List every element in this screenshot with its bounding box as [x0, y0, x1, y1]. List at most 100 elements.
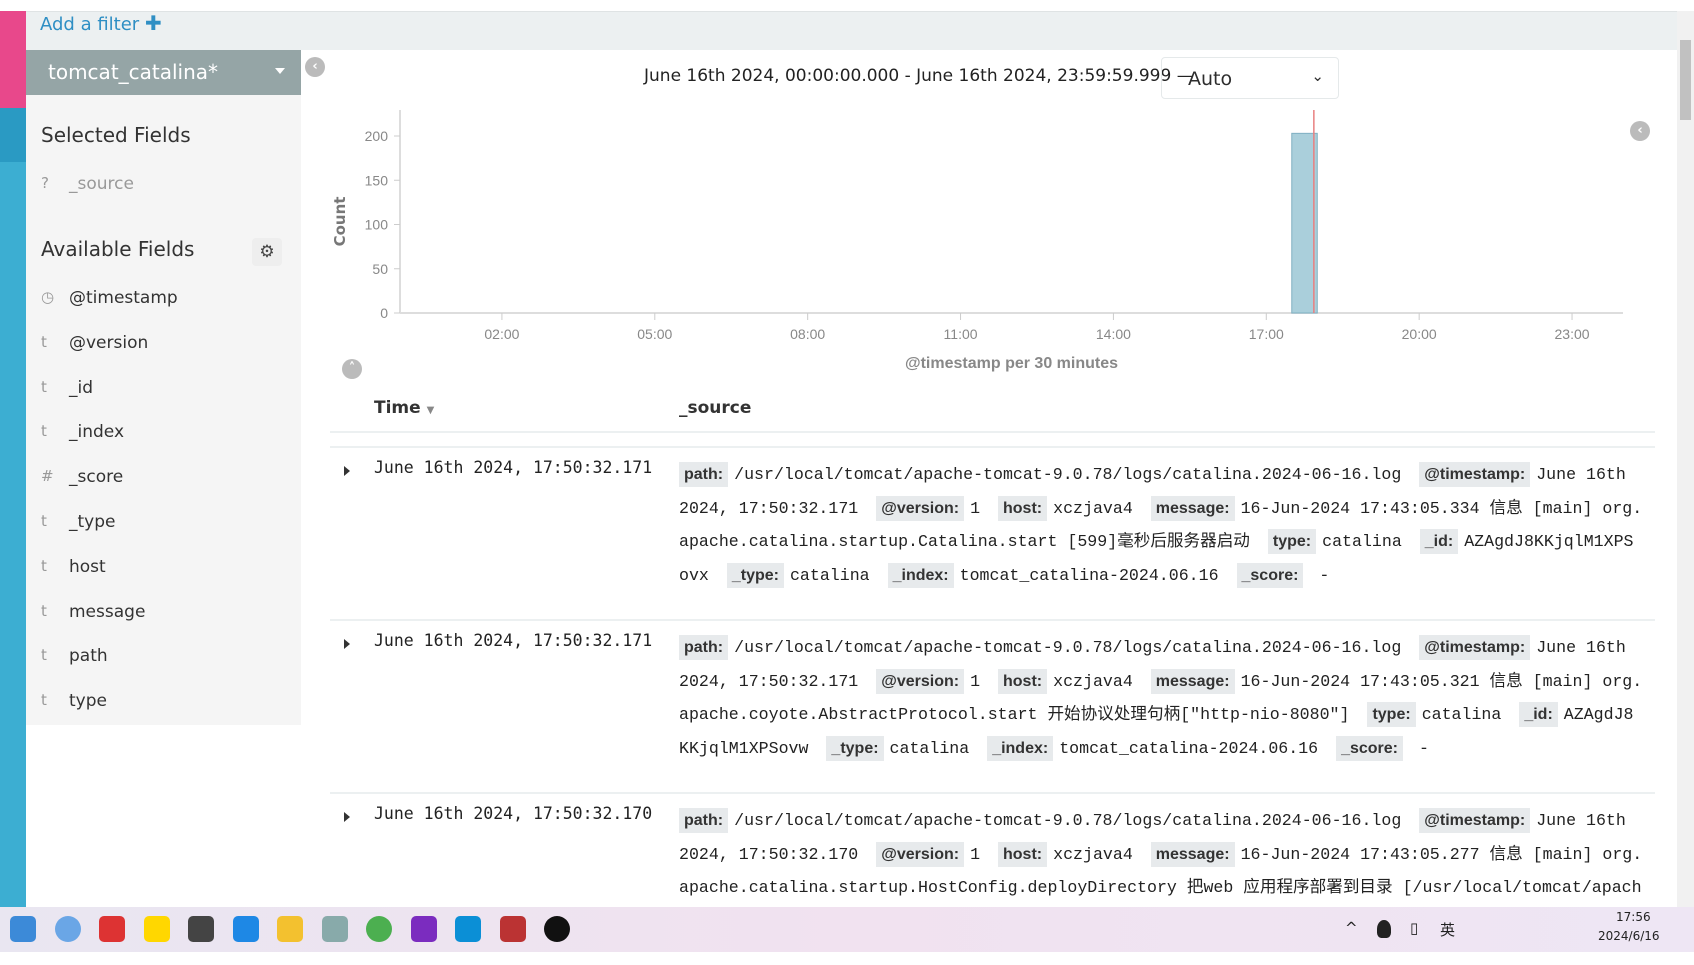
- time-range[interactable]: June 16th 2024, 00:00:00.000 - June 16th…: [644, 66, 1194, 86]
- bot-icon[interactable]: [410, 916, 437, 942]
- weather-icon[interactable]: [54, 916, 81, 942]
- interval-select[interactable]: Auto ⌄: [1161, 57, 1339, 99]
- collapse-chart-icon[interactable]: ˄: [342, 359, 362, 379]
- field-key: message:: [1150, 668, 1235, 694]
- y-tick-label: 0: [380, 305, 388, 321]
- divider: [330, 431, 1655, 433]
- nav-strip: [0, 162, 26, 907]
- field-value: catalina: [1322, 532, 1402, 551]
- qq-icon[interactable]: [544, 916, 570, 942]
- folder-icon[interactable]: [277, 916, 303, 942]
- field-name: host: [69, 556, 106, 577]
- computer-icon[interactable]: [188, 916, 214, 942]
- x-axis-label: @timestamp per 30 minutes: [905, 355, 1118, 372]
- field-item-type[interactable]: t _type: [41, 512, 115, 532]
- field-type-icon: t: [41, 512, 47, 530]
- field-type-icon: t: [41, 332, 47, 351]
- x-tick-label: 08:00: [790, 326, 825, 342]
- field-type-icon: t: [41, 556, 47, 575]
- chevron-up-icon[interactable]: ^: [1345, 919, 1358, 937]
- field-item-score[interactable]: # _score: [41, 467, 123, 487]
- field-item-host[interactable]: t host: [41, 557, 106, 577]
- terminal-app-icon[interactable]: [455, 916, 481, 942]
- qq-tray-icon[interactable]: [1377, 920, 1391, 938]
- field-type-icon: t: [41, 422, 47, 441]
- field-name: path: [69, 646, 108, 667]
- field-key: @version:: [876, 668, 965, 694]
- field-value: /usr/local/tomcat/apache-tomcat-9.0.78/l…: [734, 811, 1402, 830]
- field-name: _type: [69, 512, 116, 532]
- x-tick-label: 02:00: [484, 326, 519, 342]
- field-item-message[interactable]: t message: [41, 602, 145, 622]
- field-type-icon: t: [41, 691, 47, 710]
- field-item-id[interactable]: t _id: [41, 378, 93, 398]
- x-tick-label: 05:00: [637, 326, 672, 342]
- field-item-version[interactable]: t @version: [41, 333, 148, 353]
- field-key: @version:: [876, 841, 965, 867]
- field-key: _index:: [987, 735, 1054, 761]
- y-tick-label: 100: [365, 217, 389, 233]
- expand-row-icon[interactable]: [344, 466, 350, 476]
- sort-down-icon[interactable]: ▼: [427, 405, 435, 416]
- paint-icon[interactable]: [499, 916, 526, 942]
- collapse-sidebar-icon[interactable]: ‹: [305, 57, 325, 77]
- field-key: path:: [679, 635, 729, 660]
- ime-indicator[interactable]: 英: [1440, 919, 1455, 940]
- time-column-header[interactable]: Time ▼: [374, 398, 434, 418]
- field-name: _score: [69, 467, 124, 488]
- field-key: host:: [998, 841, 1048, 867]
- y-axis-label: Count: [331, 197, 349, 247]
- interval-value: Auto: [1188, 68, 1233, 90]
- field-key: _score:: [1236, 562, 1304, 588]
- expand-row-icon[interactable]: [344, 639, 350, 649]
- field-value: xczjava4: [1053, 844, 1133, 864]
- field-value: catalina: [1421, 705, 1502, 724]
- usb-icon[interactable]: ▯: [1410, 919, 1418, 937]
- chrome-icon[interactable]: [366, 916, 392, 942]
- drops-icon[interactable]: [99, 916, 125, 942]
- row-time: June 16th 2024, 17:50:32.171: [374, 631, 653, 650]
- table-row: June 16th 2024, 17:50:32.171 path: /usr/lo…: [330, 446, 1655, 619]
- chevron-down-icon: ⌄: [1311, 67, 1324, 85]
- add-filter-label: Add a filter: [40, 14, 140, 35]
- row-source: path: /usr/local/tomcat/apache-tomcat-9.0…: [679, 631, 1643, 765]
- expand-row-icon[interactable]: [344, 812, 350, 822]
- monitor-icon[interactable]: [321, 916, 348, 942]
- field-item-type[interactable]: t type: [41, 691, 107, 711]
- histogram-chart: 0 50 100 150 200 02:00 05:00 08:00 11:00 14:00 17:…: [331, 110, 1623, 372]
- index-pattern-name: tomcat_catalina*: [48, 60, 219, 84]
- field-key: path:: [679, 808, 729, 833]
- scrollbar[interactable]: [1677, 11, 1694, 907]
- field-item-path[interactable]: t path: [41, 646, 108, 666]
- scrollbar-thumb[interactable]: [1680, 40, 1691, 120]
- clock-time[interactable]: 17:56: [1616, 910, 1651, 924]
- y-tick-label: 50: [372, 261, 388, 277]
- field-item-index[interactable]: t _index: [41, 422, 124, 442]
- field-name: _source: [69, 174, 134, 194]
- y-tick-label: 200: [365, 128, 389, 144]
- green-app-icon[interactable]: [143, 916, 170, 942]
- field-key: _score:: [1336, 735, 1403, 761]
- x-tick-label: 11:00: [944, 326, 978, 342]
- x-tick-label: 17:00: [1249, 326, 1284, 342]
- start-icon[interactable]: [10, 916, 36, 942]
- nav-strip-active[interactable]: [0, 108, 26, 162]
- field-item-source[interactable]: ? _source: [41, 174, 134, 194]
- x-tick-label: 20:00: [1402, 326, 1437, 342]
- filter-bar: [26, 11, 1677, 50]
- field-value: /usr/local/tomcat/apache-tomcat-9.0.78/l…: [734, 638, 1402, 657]
- field-key: @timestamp:: [1419, 462, 1531, 487]
- nav-strip-top[interactable]: [0, 11, 26, 108]
- index-pattern-selector[interactable]: tomcat_catalina*: [26, 50, 301, 95]
- source-column-header: _source: [679, 398, 752, 418]
- x-tick-label: 23:00: [1555, 326, 1590, 342]
- field-name: _index: [69, 422, 125, 443]
- field-item-timestamp[interactable]: ◷ @timestamp: [41, 288, 178, 308]
- gear-icon[interactable]: ⚙: [252, 238, 282, 266]
- x-tick-label: 14:00: [1096, 326, 1131, 342]
- add-filter-link[interactable]: Add a filter ✚: [40, 11, 162, 35]
- vmware-icon[interactable]: [232, 916, 259, 942]
- field-key: _id:: [1419, 529, 1459, 554]
- clock-date[interactable]: 2024/6/16: [1598, 929, 1660, 943]
- field-type-icon: t: [41, 646, 47, 665]
